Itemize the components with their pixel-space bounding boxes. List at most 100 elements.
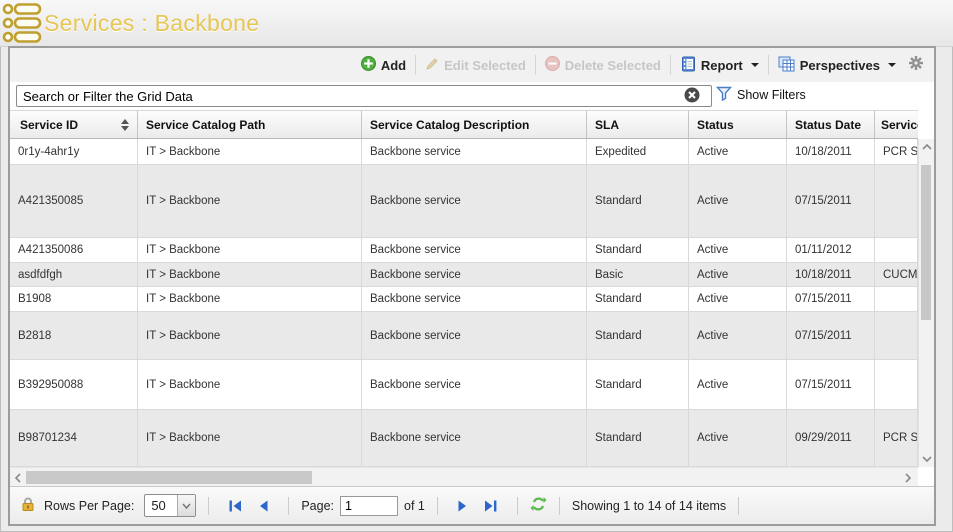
scroll-down-icon[interactable] [919,451,935,467]
table-cell: 07/15/2011 [787,287,875,311]
search-input[interactable] [16,85,712,107]
horizontal-scroll-thumb[interactable] [26,471,312,484]
clear-search-icon[interactable] [684,87,700,108]
pagination-separator [288,497,289,515]
first-page-button[interactable] [228,499,243,513]
table-cell: IT > Backbone [138,360,362,409]
table-cell: Backbone service [362,263,587,286]
table-cell: CUCM S [875,263,918,286]
rows-lock-icon[interactable] [20,496,36,515]
previous-page-button[interactable] [257,499,269,513]
table-header-row: Service ID Service Catalog Path Service … [10,110,918,139]
add-button[interactable]: Add [355,56,412,74]
minus-circle-icon [545,56,560,74]
table-cell: B1908 [10,287,138,311]
column-header-status-date[interactable]: Status Date [787,111,875,138]
showing-items-text: Showing 1 to 14 of 14 items [572,499,726,513]
scroll-up-icon[interactable] [919,139,935,155]
table-cell: IT > Backbone [138,139,362,164]
table-cell: 01/11/2012 [787,238,875,262]
delete-selected-button[interactable]: Delete Selected [539,56,667,74]
sort-icon[interactable] [121,115,129,135]
table-cell: Active [689,165,787,237]
column-header-service-id[interactable]: Service ID [10,111,138,138]
rows-per-page-select[interactable]: 50 [144,494,196,517]
column-header-service-h[interactable]: Service H [875,111,918,138]
table-row[interactable]: A421350085IT > BackboneBackbone serviceS… [10,165,918,238]
page-title: Services : Backbone [44,10,259,37]
table-cell: Active [689,312,787,359]
chevron-down-icon [177,495,195,516]
next-page-button[interactable] [457,499,469,513]
table-cell: Standard [587,360,689,409]
table-cell: Backbone service [362,165,587,237]
table-cell: Active [689,263,787,286]
show-filters-button[interactable]: Show Filters [716,86,806,104]
table-cell: Expedited [587,139,689,164]
column-header-catalog-description[interactable]: Service Catalog Description [362,111,587,138]
table-cell: 07/15/2011 [787,312,875,359]
edit-selected-button[interactable]: Edit Selected [419,57,532,74]
column-header-status[interactable]: Status [689,111,787,138]
pagination-separator [437,497,438,515]
horizontal-scrollbar[interactable] [10,467,918,487]
table-row[interactable]: B2818IT > BackboneBackbone serviceStanda… [10,312,918,360]
table-cell: 07/15/2011 [787,165,875,237]
add-icon [361,56,376,74]
table-row[interactable]: B98701234IT > BackboneBackbone serviceSt… [10,410,918,467]
table-cell [875,287,918,311]
vertical-scroll-thumb[interactable] [921,165,931,320]
table-row[interactable]: B392950088IT > BackboneBackbone serviceS… [10,360,918,410]
table-cell: Active [689,139,787,164]
table-row[interactable]: B1908IT > BackboneBackbone serviceStanda… [10,287,918,312]
table-cell: B2818 [10,312,138,359]
vertical-scrollbar[interactable] [918,139,934,467]
pagination-separator [517,497,518,515]
table-cell: Backbone service [362,238,587,262]
perspectives-button[interactable]: Perspectives [772,56,902,75]
table-cell: Basic [587,263,689,286]
table-row[interactable]: 0r1y-4ahr1yIT > BackboneBackbone service… [10,139,918,165]
chevron-down-icon [888,63,896,71]
table-cell [875,165,918,237]
table-cell: 0r1y-4ahr1y [10,139,138,164]
scroll-left-icon[interactable] [10,468,26,487]
settings-gear-icon[interactable] [908,55,924,76]
toolbar-separator [670,55,671,75]
page-label: Page: [301,499,334,513]
page-number-input[interactable] [340,496,398,516]
table-cell: IT > Backbone [138,312,362,359]
scroll-right-icon[interactable] [900,468,916,487]
table-cell: IT > Backbone [138,410,362,466]
table-cell: 07/15/2011 [787,360,875,409]
table-cell [875,238,918,262]
perspectives-icon [778,56,795,75]
table-cell: A421350085 [10,165,138,237]
table-cell: IT > Backbone [138,263,362,286]
last-page-button[interactable] [483,499,498,513]
table-cell: Backbone service [362,287,587,311]
table-cell [875,360,918,409]
table-cell: Active [689,410,787,466]
table-cell: Backbone service [362,410,587,466]
pagination-separator [738,497,739,515]
app-window: Services : Backbone Add [0,0,953,532]
filter-funnel-icon [716,86,732,104]
column-header-sla[interactable]: SLA [587,111,689,138]
table-cell: Active [689,287,787,311]
table-cell: Standard [587,410,689,466]
report-button[interactable]: Report [674,56,765,75]
table-cell: Standard [587,312,689,359]
table-cell: IT > Backbone [138,238,362,262]
toolbar-separator [768,55,769,75]
column-header-catalog-path[interactable]: Service Catalog Path [138,111,362,138]
table-cell: Backbone service [362,139,587,164]
table-cell: IT > Backbone [138,165,362,237]
services-list-icon [2,2,42,49]
refresh-icon[interactable] [530,496,547,515]
table-body: 0r1y-4ahr1yIT > BackboneBackbone service… [10,139,918,467]
table-cell: asdfdfgh [10,263,138,286]
table-row[interactable]: asdfdfghIT > BackboneBackbone serviceBas… [10,263,918,287]
toolbar-separator [415,55,416,75]
table-row[interactable]: A421350086IT > BackboneBackbone serviceS… [10,238,918,263]
